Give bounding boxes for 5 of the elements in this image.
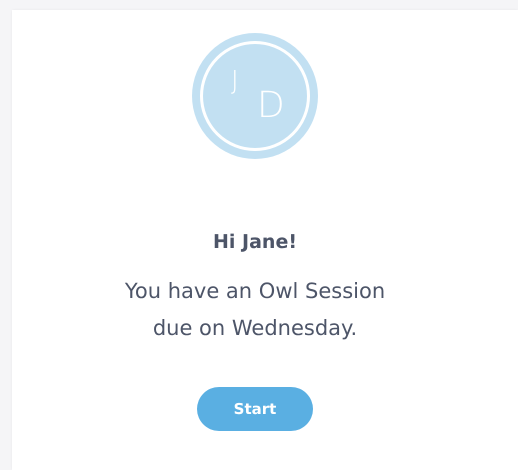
greeting: Hi Jane!: [213, 231, 297, 253]
start-button[interactable]: Start: [197, 387, 313, 431]
avatar-initial: J: [231, 68, 239, 94]
session-message: You have an Owl Session due on Wednesday.: [124, 278, 386, 342]
avatar-initial: D: [257, 88, 285, 124]
